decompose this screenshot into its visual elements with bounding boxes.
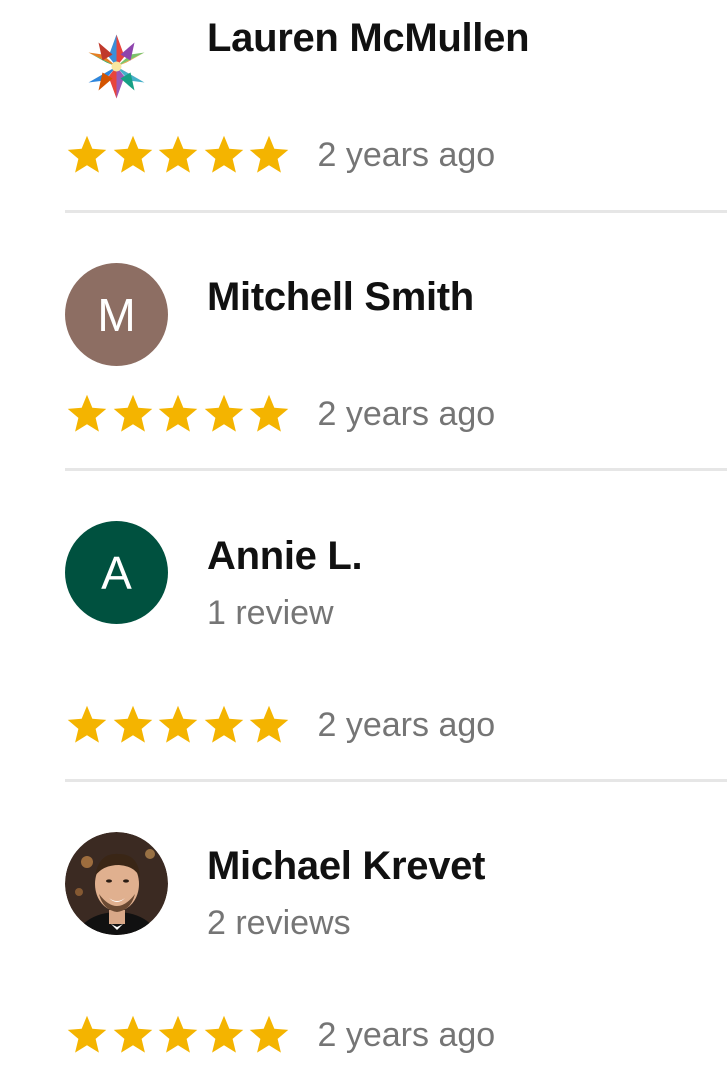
divider bbox=[65, 779, 727, 782]
avatar-initial: A bbox=[101, 546, 132, 599]
rating-row: 2 years ago bbox=[65, 133, 495, 177]
review-count[interactable]: 1 review bbox=[207, 596, 334, 630]
star-icon bbox=[65, 133, 109, 177]
rating-row: 2 years ago bbox=[65, 392, 495, 436]
star-icon bbox=[156, 1013, 200, 1057]
star-rating bbox=[65, 133, 293, 177]
rating-row: 2 years ago bbox=[65, 1013, 495, 1057]
star-icon bbox=[156, 703, 200, 747]
avatar[interactable] bbox=[65, 832, 168, 935]
star-icon bbox=[247, 1013, 291, 1057]
review-count[interactable]: 2 reviews bbox=[207, 906, 351, 940]
star-icon bbox=[111, 392, 155, 436]
kaleidoscope-avatar-icon bbox=[88, 34, 145, 99]
rating-row: 2 years ago bbox=[65, 703, 495, 747]
star-icon bbox=[202, 392, 246, 436]
review-time: 2 years ago bbox=[317, 136, 496, 174]
reviewer-name[interactable]: Lauren McMullen bbox=[207, 18, 530, 58]
review-time: 2 years ago bbox=[317, 706, 496, 744]
avatar[interactable]: A bbox=[65, 521, 168, 624]
avatar[interactable] bbox=[65, 15, 168, 118]
review-time: 2 years ago bbox=[317, 395, 496, 433]
star-icon bbox=[247, 703, 291, 747]
star-icon bbox=[156, 392, 200, 436]
star-rating bbox=[65, 1013, 293, 1057]
star-icon bbox=[111, 1013, 155, 1057]
avatar[interactable]: M bbox=[65, 263, 168, 366]
review-time: 2 years ago bbox=[317, 1016, 496, 1054]
reviewer-name[interactable]: Michael Krevet bbox=[207, 846, 485, 886]
star-icon bbox=[65, 1013, 109, 1057]
person-photo-avatar-icon bbox=[65, 832, 168, 935]
star-icon bbox=[111, 703, 155, 747]
star-rating bbox=[65, 392, 293, 436]
star-icon bbox=[202, 133, 246, 177]
star-rating bbox=[65, 703, 293, 747]
avatar-initial: M bbox=[97, 288, 136, 341]
star-icon bbox=[111, 133, 155, 177]
reviewer-name[interactable]: Annie L. bbox=[207, 536, 363, 576]
star-icon bbox=[202, 703, 246, 747]
reviewer-name[interactable]: Mitchell Smith bbox=[207, 277, 474, 317]
star-icon bbox=[247, 133, 291, 177]
star-icon bbox=[65, 392, 109, 436]
star-icon bbox=[156, 133, 200, 177]
divider bbox=[65, 468, 727, 471]
star-icon bbox=[202, 1013, 246, 1057]
divider bbox=[65, 210, 727, 213]
star-icon bbox=[65, 703, 109, 747]
star-icon bbox=[247, 392, 291, 436]
